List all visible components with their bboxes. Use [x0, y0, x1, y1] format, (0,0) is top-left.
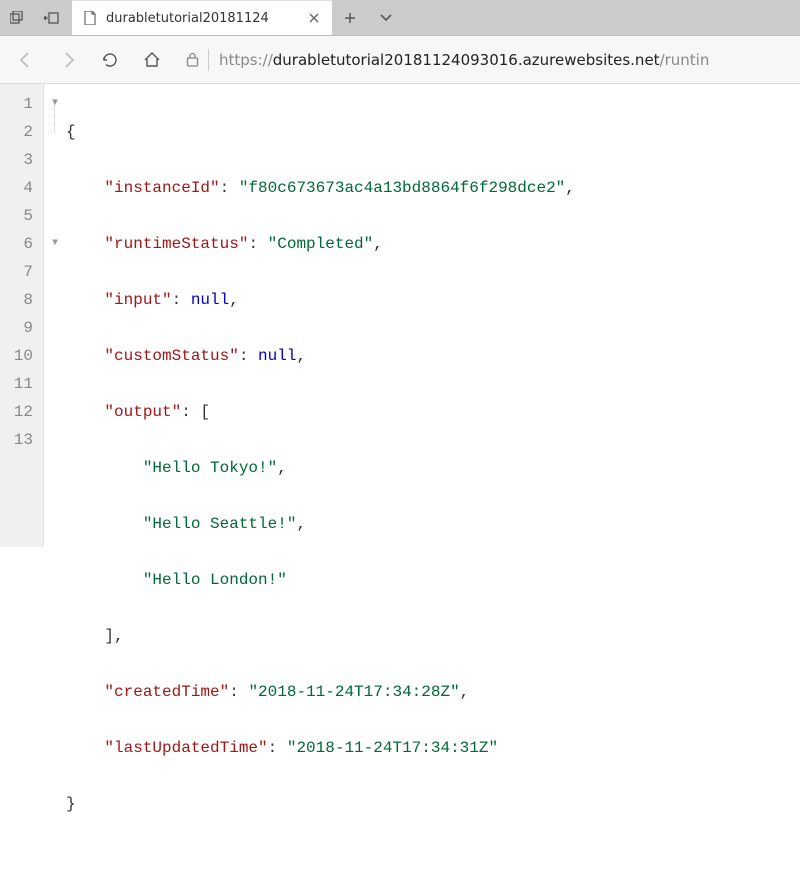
tab-strip: durabletutorial20181124 — [68, 0, 800, 35]
url-scheme: https:// — [219, 51, 273, 69]
line-number: 7 — [6, 258, 33, 286]
line-number: 4 — [6, 174, 33, 202]
navbar: https://durabletutorial20181124093016.az… — [0, 36, 800, 84]
close-icon[interactable] — [306, 10, 322, 26]
back-button[interactable] — [8, 42, 44, 78]
tabs-menu-chevron-icon[interactable] — [368, 0, 404, 35]
line-number: 5 — [6, 202, 33, 230]
line-number: 9 — [6, 314, 33, 342]
line-number: 2 — [6, 118, 33, 146]
line-number: 8 — [6, 286, 33, 314]
url-host: durabletutorial20181124093016.azurewebsi… — [273, 51, 660, 69]
address-separator — [208, 49, 209, 71]
tab-title: durabletutorial20181124 — [106, 11, 298, 26]
fold-toggle-icon[interactable]: ▼ — [44, 90, 66, 118]
line-number: 12 — [6, 398, 33, 426]
line-number: 10 — [6, 342, 33, 370]
home-button[interactable] — [134, 42, 170, 78]
set-aside-tabs-icon[interactable] — [34, 0, 68, 35]
line-number: 1 — [6, 90, 33, 118]
line-gutter: 1 2 3 4 5 6 7 8 9 10 11 12 13 — [0, 84, 44, 547]
fold-toggle-icon[interactable]: ▼ — [44, 230, 66, 258]
json-viewer: 1 2 3 4 5 6 7 8 9 10 11 12 13 ▼ ▼ { "ins… — [0, 84, 800, 547]
lock-icon — [176, 44, 208, 76]
tab-active[interactable]: durabletutorial20181124 — [72, 0, 332, 35]
line-number: 11 — [6, 370, 33, 398]
forward-button[interactable] — [50, 42, 86, 78]
restore-tabs-icon[interactable] — [0, 0, 34, 35]
url-path: /runtin — [660, 51, 710, 69]
file-icon — [82, 10, 98, 26]
titlebar: durabletutorial20181124 — [0, 0, 800, 36]
new-tab-button[interactable] — [332, 0, 368, 35]
line-number: 6 — [6, 230, 33, 258]
refresh-button[interactable] — [92, 42, 128, 78]
line-number: 13 — [6, 426, 33, 454]
url-text: https://durabletutorial20181124093016.az… — [219, 51, 792, 69]
code-area[interactable]: { "instanceId": "f80c673673ac4a13bd8864f… — [66, 84, 575, 547]
line-number: 3 — [6, 146, 33, 174]
fold-gutter: ▼ ▼ — [44, 84, 66, 547]
address-bar[interactable]: https://durabletutorial20181124093016.az… — [176, 44, 792, 76]
